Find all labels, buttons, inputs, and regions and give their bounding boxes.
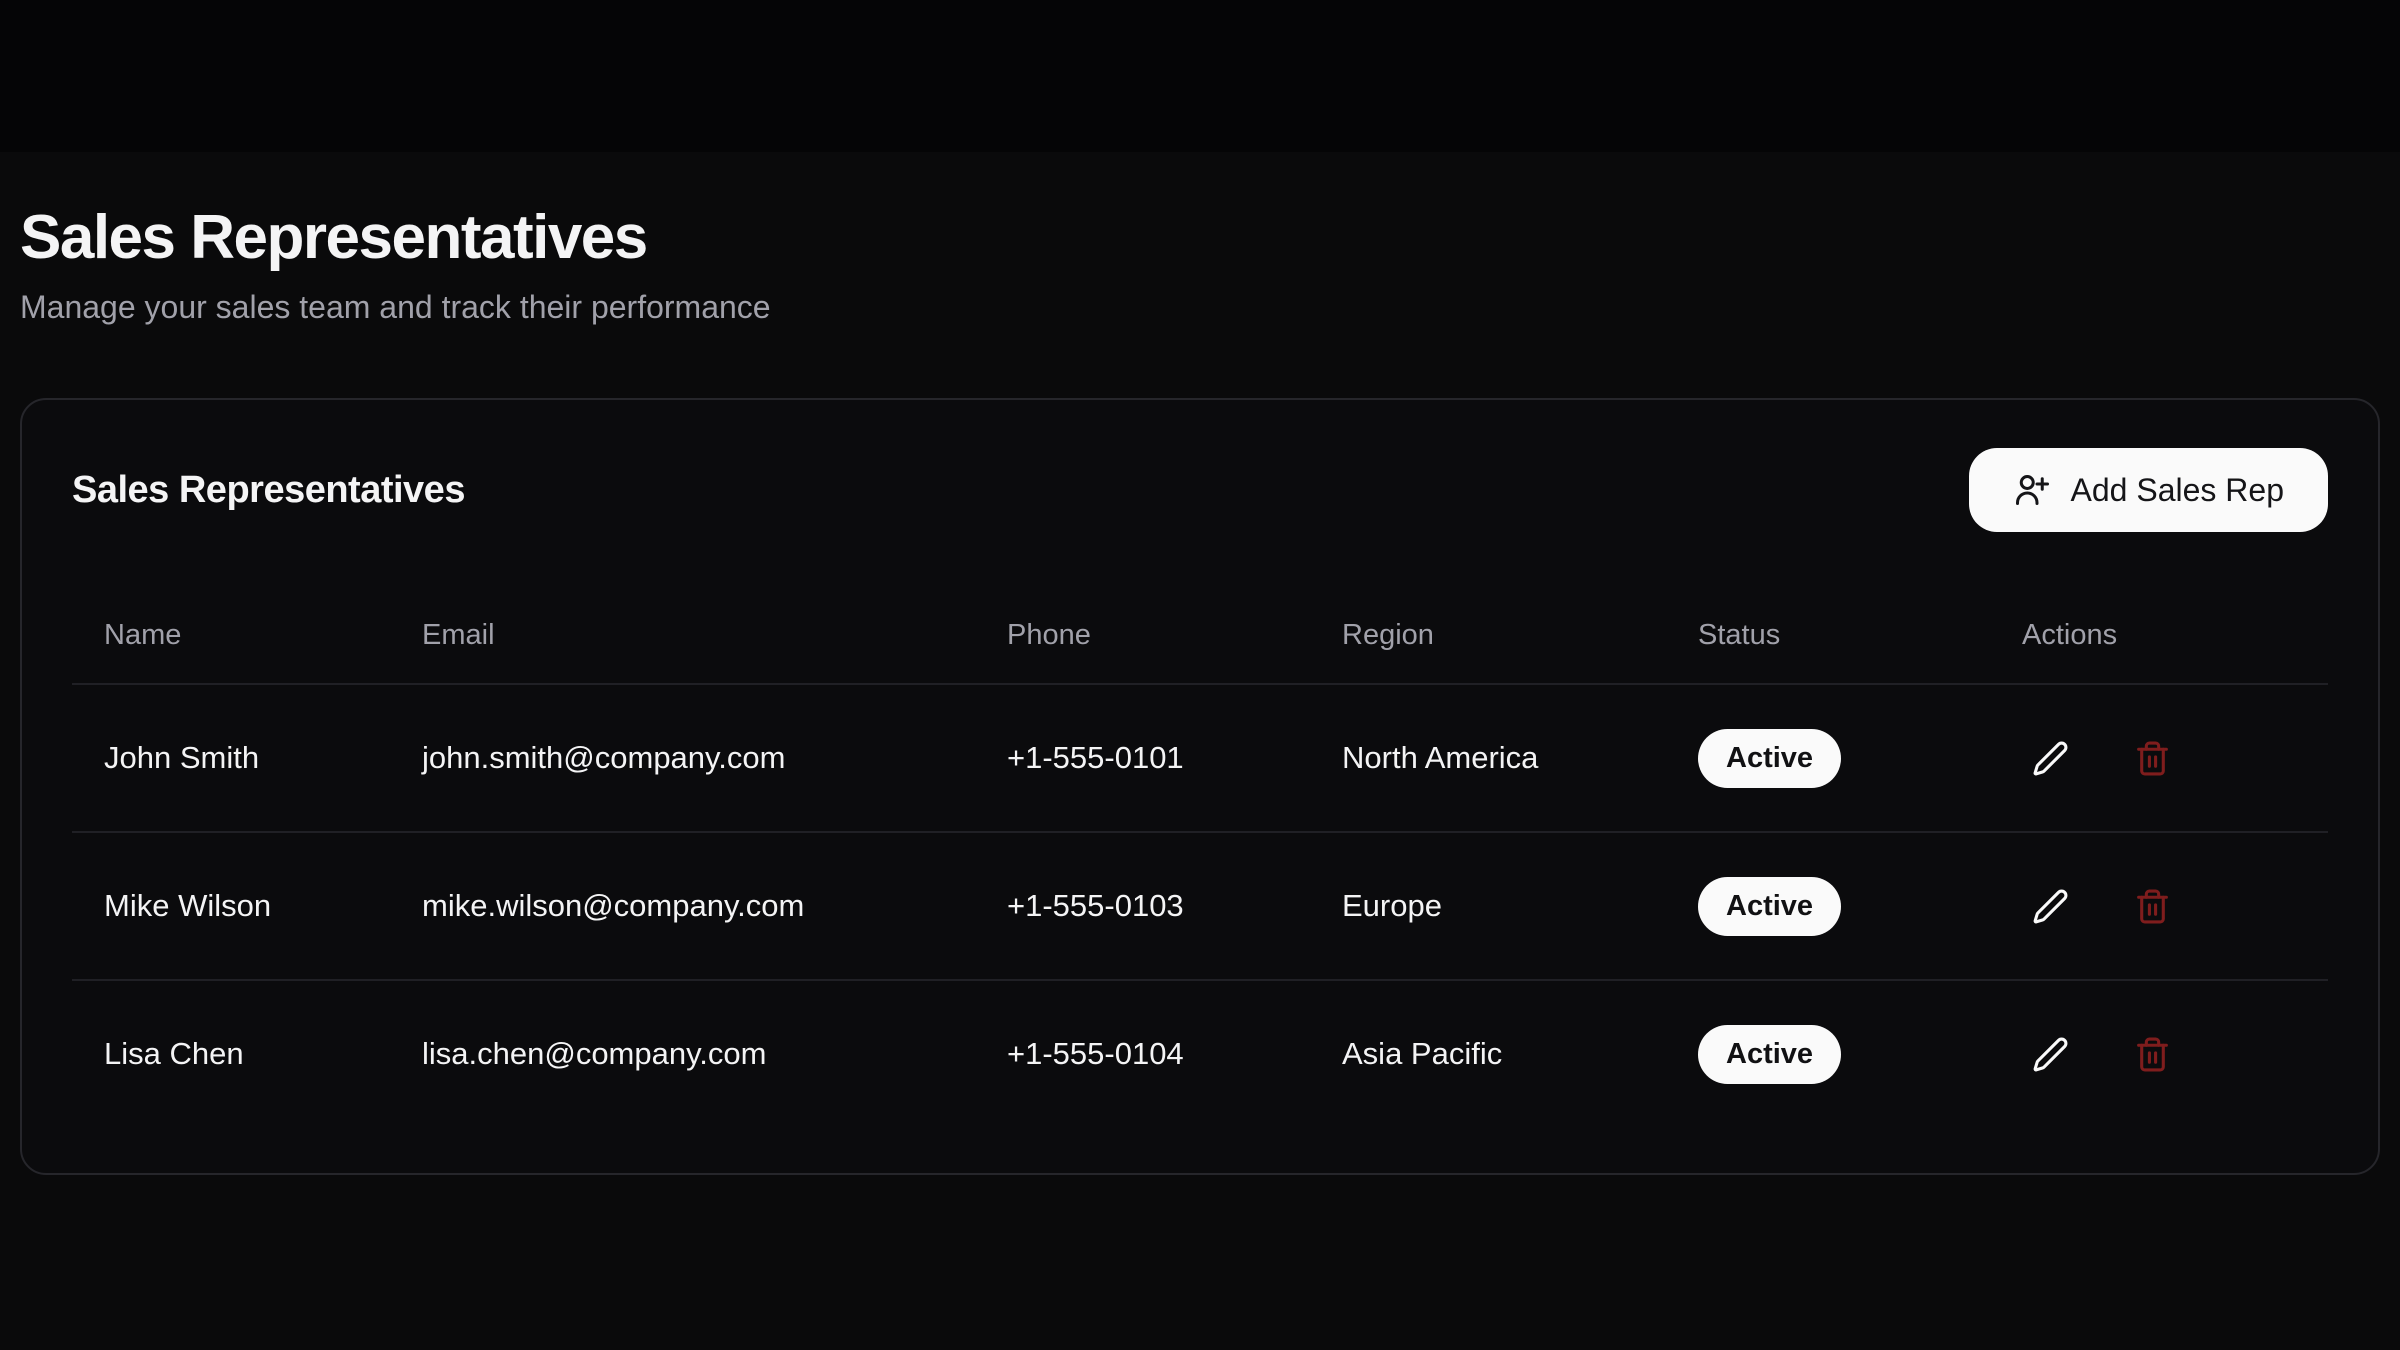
rep-region: Asia Pacific xyxy=(1310,980,1666,1127)
trash-icon xyxy=(2134,1036,2171,1073)
trash-icon xyxy=(2134,888,2171,925)
rep-phone: +1-555-0103 xyxy=(975,832,1310,980)
row-actions xyxy=(2022,833,2296,979)
user-plus-icon xyxy=(2013,472,2049,508)
status-badge: Active xyxy=(1698,877,1841,936)
column-header-email: Email xyxy=(390,588,975,684)
page-title: Sales Representatives xyxy=(20,202,2380,273)
rep-region: North America xyxy=(1310,684,1666,832)
sales-reps-table: Name Email Phone Region Status Actions J… xyxy=(72,588,2328,1127)
table-header-row: Name Email Phone Region Status Actions xyxy=(72,588,2328,684)
delete-button[interactable] xyxy=(2124,730,2180,786)
column-header-name: Name xyxy=(72,588,390,684)
pencil-icon xyxy=(2032,888,2069,925)
table-row: John Smith john.smith@company.com +1-555… xyxy=(72,684,2328,832)
column-header-region: Region xyxy=(1310,588,1666,684)
row-actions xyxy=(2022,685,2296,831)
page-subtitle: Manage your sales team and track their p… xyxy=(20,289,2380,326)
column-header-actions: Actions xyxy=(1990,588,2328,684)
add-sales-rep-button[interactable]: Add Sales Rep xyxy=(1969,448,2328,532)
column-header-status: Status xyxy=(1666,588,1990,684)
add-sales-rep-label: Add Sales Rep xyxy=(2071,472,2284,509)
main-content: Sales Representatives Manage your sales … xyxy=(0,152,2400,1350)
card-header: Sales Representatives Add Sales Rep xyxy=(72,448,2328,532)
status-badge: Active xyxy=(1698,729,1841,788)
pencil-icon xyxy=(2032,1036,2069,1073)
sales-reps-card: Sales Representatives Add Sales Rep xyxy=(20,398,2380,1175)
table-row: Lisa Chen lisa.chen@company.com +1-555-0… xyxy=(72,980,2328,1127)
delete-button[interactable] xyxy=(2124,1026,2180,1082)
trash-icon xyxy=(2134,740,2171,777)
status-badge: Active xyxy=(1698,1025,1841,1084)
rep-name: Lisa Chen xyxy=(72,980,390,1127)
card-title: Sales Representatives xyxy=(72,469,465,512)
column-header-phone: Phone xyxy=(975,588,1310,684)
row-actions xyxy=(2022,981,2296,1127)
rep-phone: +1-555-0104 xyxy=(975,980,1310,1127)
rep-email: mike.wilson@company.com xyxy=(390,832,975,980)
edit-button[interactable] xyxy=(2022,1026,2078,1082)
rep-name: John Smith xyxy=(72,684,390,832)
table-row: Mike Wilson mike.wilson@company.com +1-5… xyxy=(72,832,2328,980)
pencil-icon xyxy=(2032,740,2069,777)
rep-name: Mike Wilson xyxy=(72,832,390,980)
rep-phone: +1-555-0101 xyxy=(975,684,1310,832)
delete-button[interactable] xyxy=(2124,878,2180,934)
edit-button[interactable] xyxy=(2022,878,2078,934)
rep-email: lisa.chen@company.com xyxy=(390,980,975,1127)
rep-email: john.smith@company.com xyxy=(390,684,975,832)
rep-region: Europe xyxy=(1310,832,1666,980)
edit-button[interactable] xyxy=(2022,730,2078,786)
